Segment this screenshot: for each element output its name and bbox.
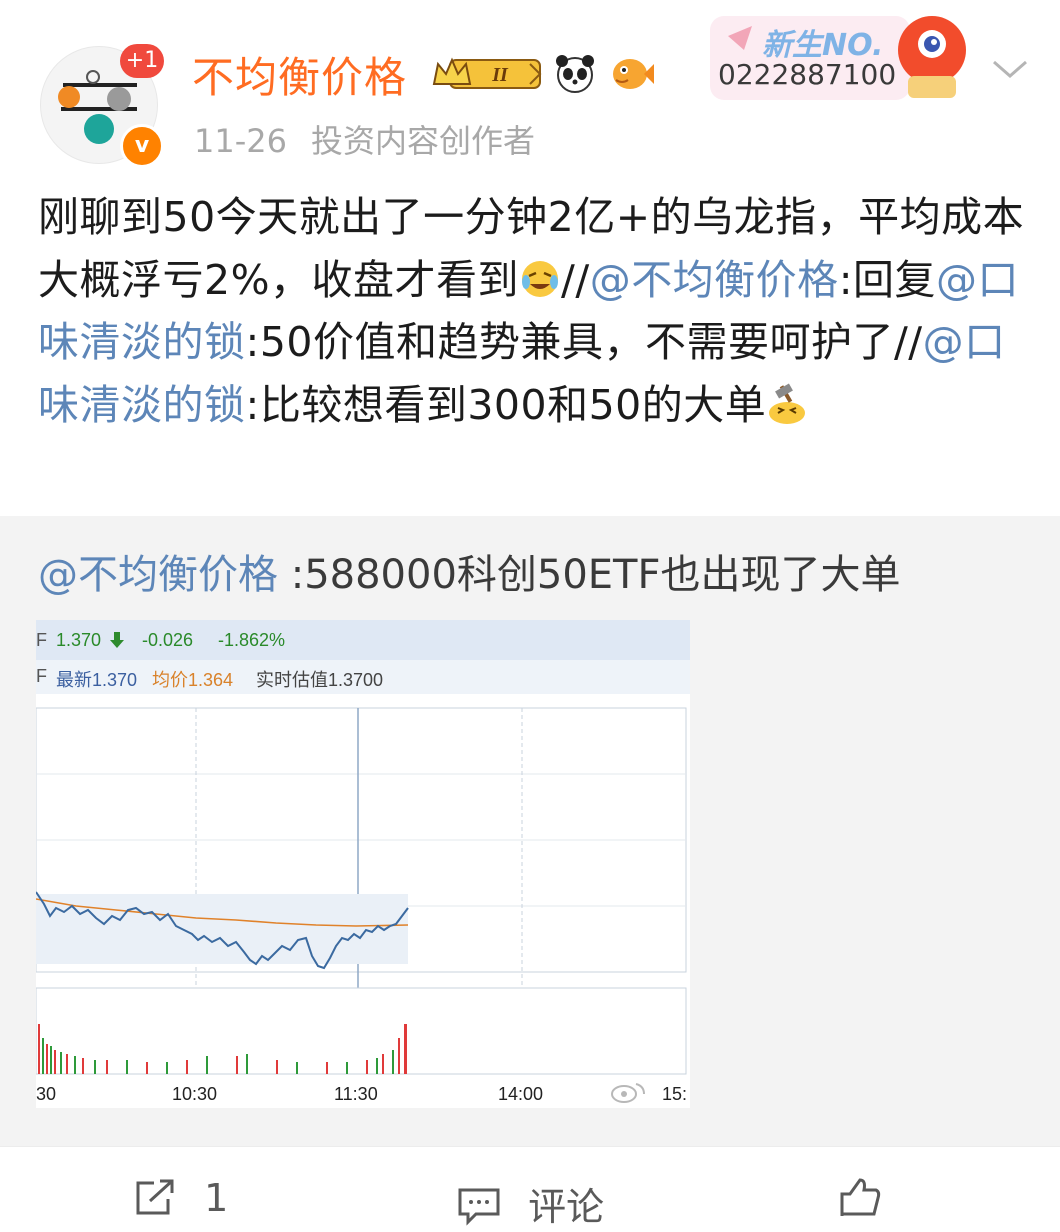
comment-button[interactable]: 评论 (456, 1176, 604, 1231)
weibo-watermark-icon (611, 1083, 645, 1103)
share-button[interactable]: 1 (132, 1176, 228, 1220)
repost-body: :588000科创50ETF也出现了大单 (278, 552, 901, 598)
username[interactable]: 不均衡价格 (192, 44, 407, 105)
author-role: 投资内容创作者 (310, 122, 535, 160)
time-label: 15: (662, 1084, 688, 1104)
panda-icon[interactable] (554, 52, 596, 94)
hammer-emoji-icon (766, 380, 808, 424)
stock-detail-bar: F 最新1.370 均价1.364 实时估值1.3700 (36, 660, 690, 694)
share-icon (136, 1179, 174, 1215)
level-badge-text: II (491, 64, 509, 86)
arrow-down-icon (110, 632, 124, 648)
promo-number: 0222887100 (718, 58, 897, 91)
latest-price: 最新1.370 (56, 670, 138, 690)
pufferfish-icon[interactable] (608, 52, 654, 94)
verified-icon: v (120, 124, 164, 168)
footer-divider (0, 1146, 1060, 1147)
like-button[interactable] (836, 1176, 1036, 1229)
post-date: 11-26 (194, 122, 287, 160)
comment-label: 评论 (528, 1185, 605, 1229)
post-content: 刚聊到50今天就出了一分钟2亿+的乌龙指，平均成本大概浮亏2%，收盘才看到//@… (38, 186, 1028, 436)
time-label: 11:30 (334, 1084, 378, 1104)
content-text-5: :比较想看到300和50的大单 (245, 380, 767, 429)
chevron-down-icon[interactable] (990, 54, 1030, 84)
comment-icon (458, 1188, 500, 1226)
estimated-value: 实时估值1.3700 (256, 670, 384, 690)
content-text-2: // (561, 255, 590, 304)
quote-price: 1.370 (56, 630, 102, 650)
mention-link[interactable]: @不均衡价格 (590, 256, 839, 304)
time-label: 10:30 (172, 1084, 218, 1104)
post-meta: 11-26 投资内容创作者 (194, 116, 559, 162)
time-label: 14:00 (498, 1084, 544, 1104)
detail-prefix: F (36, 666, 47, 686)
quote-change-pct: -1.862% (218, 630, 286, 650)
stock-quote-bar: F 1.370 -0.026 -1.862% (36, 620, 690, 660)
avatar-badge: +1 (120, 44, 164, 78)
time-label: 30 (36, 1084, 57, 1104)
stock-chart-image[interactable]: F 1.370 -0.026 -1.862% F 最新1.370 均价1.364… (36, 620, 690, 1108)
content-text-4: :50价值和趋势兼具，不需要呵护了// (245, 318, 923, 366)
quote-prefix: F (36, 630, 47, 650)
share-count: 1 (204, 1176, 229, 1220)
laugh-cry-emoji-icon (519, 255, 561, 297)
content-text-3: :回复 (838, 255, 937, 304)
repost-text: @不均衡价格 :588000科创50ETF也出现了大单 (38, 542, 901, 600)
like-icon (840, 1178, 1036, 1216)
intraday-chart (36, 707, 687, 1075)
quote-change: -0.026 (142, 630, 194, 650)
member-crown-badge[interactable]: II (430, 54, 544, 94)
avg-price: 均价1.364 (152, 670, 234, 690)
repost-mention-link[interactable]: @不均衡价格 (38, 552, 278, 598)
